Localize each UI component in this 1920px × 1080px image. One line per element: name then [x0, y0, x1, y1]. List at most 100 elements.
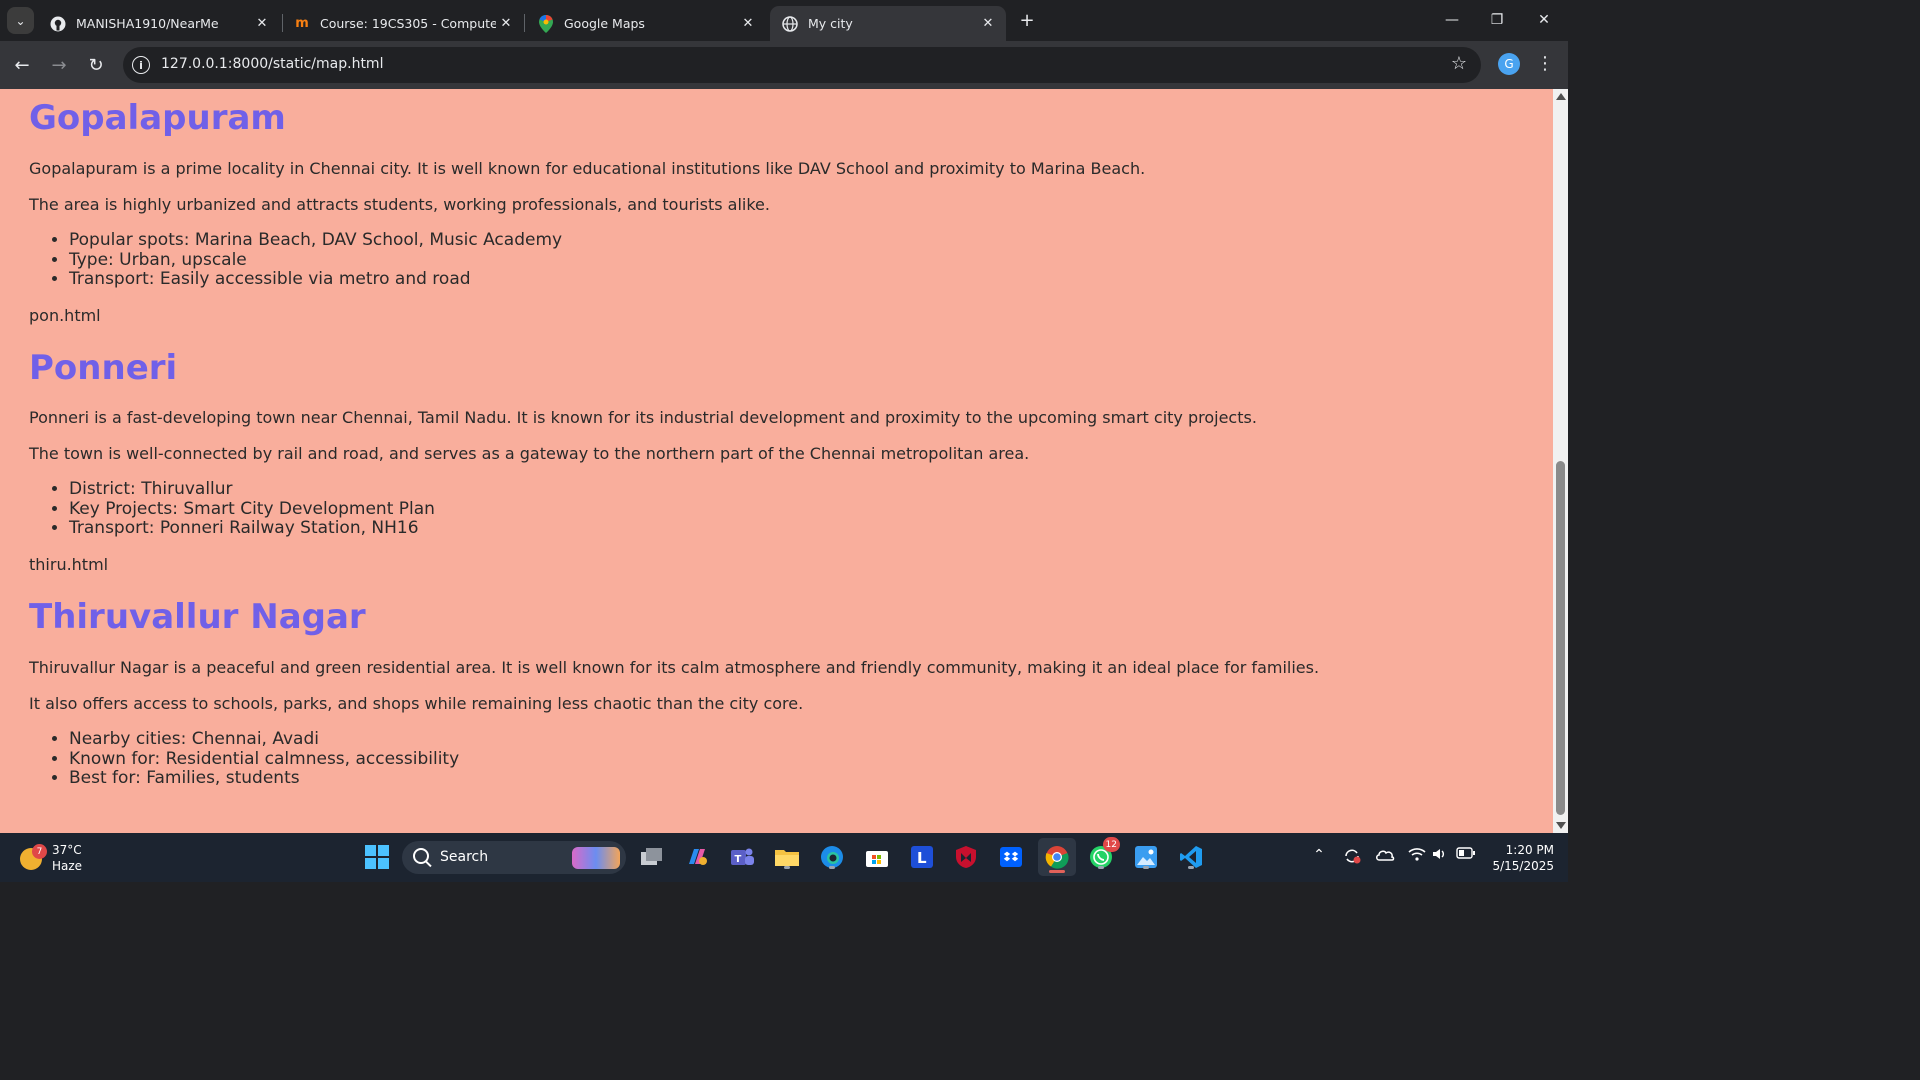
- store-button[interactable]: [862, 842, 892, 872]
- reload-icon: ↻: [88, 54, 104, 76]
- tab-title: Course: 19CS305 - Computer A: [320, 16, 496, 31]
- app-l-button[interactable]: L: [907, 842, 937, 872]
- more-options-icon[interactable]: ⋮: [1536, 53, 1554, 74]
- copilot-button[interactable]: [682, 842, 712, 872]
- list-item: Nearby cities: Chennai, Avadi: [69, 729, 459, 750]
- list-item: Transport: Ponneri Railway Station, NH16: [69, 519, 435, 539]
- arrow-right-icon: →: [51, 54, 67, 76]
- tab-search-button[interactable]: ⌄: [7, 7, 34, 34]
- forward-button[interactable]: →: [45, 51, 73, 79]
- running-indicator: [1143, 866, 1149, 869]
- whatsapp-button[interactable]: 12: [1086, 837, 1120, 872]
- section-paragraph: Ponneri is a fast-developing town near C…: [29, 408, 1257, 427]
- svg-text:T: T: [735, 854, 742, 865]
- minimize-icon: —: [1445, 12, 1459, 28]
- url-text[interactable]: 127.0.0.1:8000/static/map.html: [161, 56, 383, 72]
- plus-icon: +: [1019, 9, 1035, 31]
- folder-icon: [775, 850, 799, 866]
- svg-text:L: L: [917, 849, 927, 867]
- list-item: Popular spots: Marina Beach, DAV School,…: [69, 230, 562, 251]
- restore-icon: ❐: [1490, 12, 1504, 28]
- profile-avatar[interactable]: G: [1498, 53, 1520, 75]
- section-list: Popular spots: Marina Beach, DAV School,…: [29, 230, 562, 290]
- show-hidden-icons[interactable]: ⌃: [1309, 847, 1329, 863]
- site-info-icon[interactable]: i: [132, 56, 150, 74]
- close-icon[interactable]: ✕: [496, 14, 516, 34]
- running-indicator: [829, 866, 835, 869]
- dropbox-icon: [1000, 847, 1022, 867]
- address-bar[interactable]: i 127.0.0.1:8000/static/map.html ☆: [123, 47, 1481, 83]
- onedrive-icon[interactable]: [1375, 847, 1395, 867]
- windows-logo-icon: [365, 845, 389, 869]
- sync-icon[interactable]: [1342, 847, 1362, 869]
- list-item: Type: Urban, upscale: [69, 250, 562, 271]
- back-button[interactable]: ←: [8, 51, 36, 79]
- start-button[interactable]: [362, 842, 392, 872]
- section-paragraph: The town is well-connected by rail and r…: [29, 444, 1030, 463]
- section-paragraph: Gopalapuram is a prime locality in Chenn…: [29, 159, 1146, 178]
- new-tab-button[interactable]: +: [1016, 9, 1038, 31]
- globe-icon: [782, 15, 798, 32]
- tab-google-maps[interactable]: Google Maps ✕: [526, 6, 766, 41]
- copilot-icon: [689, 849, 707, 865]
- page-scrollbar[interactable]: [1553, 89, 1568, 833]
- close-icon[interactable]: ✕: [252, 14, 272, 34]
- moodle-icon: m: [295, 16, 309, 31]
- bookmark-star-icon[interactable]: ☆: [1451, 53, 1467, 74]
- list-item: Known for: Residential calmness, accessi…: [69, 749, 459, 770]
- task-view-button[interactable]: [637, 842, 667, 872]
- clock-date: 5/15/2025: [1492, 859, 1554, 873]
- system-clock[interactable]: 1:20 PM 5/15/2025: [1478, 842, 1554, 874]
- scroll-up-arrow-icon[interactable]: [1556, 93, 1566, 100]
- section-list: Nearby cities: Chennai, Avadi Known for:…: [29, 729, 459, 789]
- tab-github[interactable]: MANISHA1910/NearMe ✕: [38, 6, 280, 41]
- taskbar-search[interactable]: Search: [402, 841, 626, 874]
- section-paragraph: Thiruvallur Nagar is a peaceful and gree…: [29, 658, 1320, 677]
- store-icon: [866, 851, 888, 867]
- section-title-ponneri: Ponneri: [29, 348, 178, 388]
- vscode-button[interactable]: [1176, 842, 1206, 872]
- list-item: Transport: Easily accessible via metro a…: [69, 270, 562, 290]
- dropbox-button[interactable]: [996, 842, 1026, 872]
- scrollbar-thumb[interactable]: [1556, 461, 1565, 815]
- reload-button[interactable]: ↻: [82, 51, 110, 79]
- browser-toolbar: ← → ↻ i 127.0.0.1:8000/static/map.html ☆…: [0, 41, 1568, 89]
- page-viewport: Gopalapuram Gopalapuram is a prime local…: [0, 89, 1553, 833]
- weather-widget[interactable]: 7 37°C Haze: [18, 841, 88, 875]
- clock-time: 1:20 PM: [1505, 843, 1554, 857]
- minimize-button[interactable]: —: [1440, 8, 1464, 32]
- active-indicator: [1049, 870, 1065, 873]
- file-explorer-button[interactable]: [772, 842, 802, 872]
- whatsapp-badge: 12: [1102, 837, 1120, 852]
- section-link-text: pon.html: [29, 306, 101, 325]
- close-icon[interactable]: ✕: [978, 14, 998, 34]
- teams-button[interactable]: T: [727, 842, 757, 872]
- close-icon[interactable]: ✕: [738, 14, 758, 34]
- mcafee-shield-icon: [956, 846, 976, 868]
- restore-button[interactable]: ❐: [1485, 8, 1509, 32]
- chrome-button[interactable]: [1038, 838, 1076, 876]
- mcafee-button[interactable]: [951, 842, 981, 872]
- list-item: District: Thiruvallur: [69, 479, 435, 500]
- tab-strip: ⌄ MANISHA1910/NearMe ✕ m Course: 19CS305…: [0, 0, 1568, 41]
- search-label: Search: [440, 849, 489, 865]
- tab-course[interactable]: m Course: 19CS305 - Computer A ✕: [282, 6, 524, 41]
- wifi-icon[interactable]: [1407, 847, 1427, 865]
- tab-my-city[interactable]: My city ✕: [770, 6, 1006, 41]
- letter-l-app-icon: L: [911, 846, 933, 868]
- close-window-button[interactable]: ✕: [1532, 8, 1556, 32]
- scroll-down-arrow-icon[interactable]: [1556, 822, 1566, 829]
- section-list: District: Thiruvallur Key Projects: Smar…: [29, 479, 435, 539]
- tab-title: MANISHA1910/NearMe: [76, 16, 219, 31]
- chevron-down-icon: ⌄: [15, 13, 26, 28]
- section-title-gopalapuram: Gopalapuram: [29, 98, 286, 138]
- volume-icon[interactable]: [1430, 847, 1450, 865]
- teams-icon: T: [731, 848, 754, 865]
- edge-button[interactable]: [817, 842, 847, 872]
- section-paragraph: The area is highly urbanized and attract…: [29, 195, 770, 214]
- weather-temp: 37°C: [52, 843, 82, 857]
- photos-button[interactable]: [1131, 842, 1161, 872]
- battery-icon[interactable]: [1456, 847, 1476, 863]
- google-maps-icon: [538, 14, 554, 33]
- running-indicator: [1188, 866, 1194, 869]
